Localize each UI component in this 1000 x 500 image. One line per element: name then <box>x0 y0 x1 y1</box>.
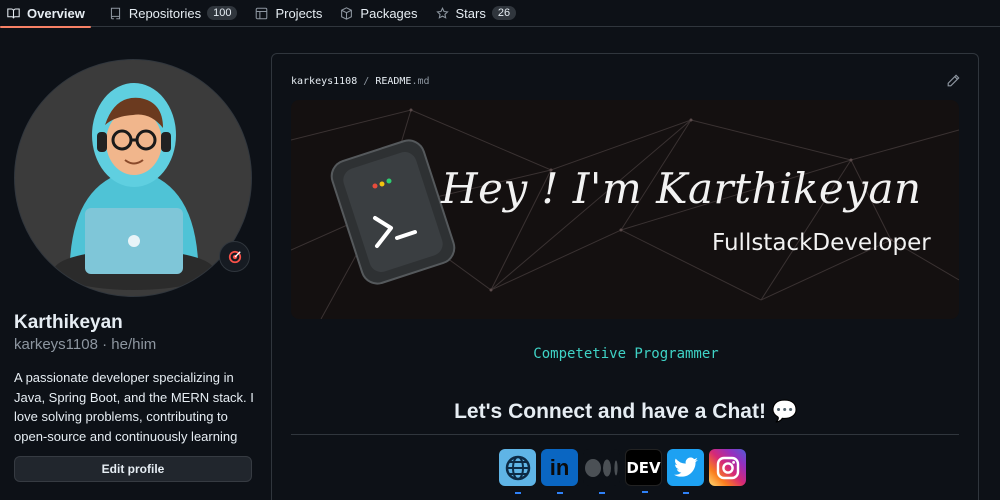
linkedin-icon: in <box>549 454 570 480</box>
linkedin-link[interactable]: in <box>541 449 578 494</box>
tab-stars-label: Stars <box>455 5 486 21</box>
profile-name: Karthikeyan <box>14 312 123 333</box>
link-underline <box>515 492 521 494</box>
profile-handle: karkeys1108 · he/him <box>14 336 157 353</box>
star-icon <box>435 6 449 19</box>
target-icon <box>228 250 241 263</box>
tab-stars[interactable]: Stars 26 <box>428 0 517 27</box>
readme-file-name: README <box>375 76 412 87</box>
stars-count-badge: 26 <box>491 6 517 20</box>
medium-link[interactable] <box>583 449 620 494</box>
link-underline <box>599 492 605 494</box>
banner-role: FullstackDeveloper <box>712 230 931 256</box>
repositories-count-badge: 100 <box>207 6 238 20</box>
readme-connect-heading: Let's Connect and have a Chat! 💬 <box>454 400 798 423</box>
set-status-button[interactable] <box>219 241 250 272</box>
globe-icon <box>505 455 530 480</box>
avatar-illustration <box>15 60 251 296</box>
terminal-icon <box>330 139 456 285</box>
tab-overview-label: Overview <box>27 5 85 21</box>
avatar[interactable] <box>14 59 252 297</box>
tab-repositories-label: Repositories <box>128 5 202 21</box>
readme-card: karkeys1108 / README.md Hey ! I'm Karthi… <box>271 53 979 500</box>
breadcrumb-separator: / <box>363 76 370 87</box>
profile-tab-nav: Overview Repositories 100 Projects Packa… <box>0 0 1000 28</box>
instagram-link[interactable] <box>709 449 746 486</box>
readme-divider <box>291 434 959 435</box>
readme-banner: Hey ! I'm Karthikeyan FullstackDeveloper <box>291 100 959 319</box>
table-icon <box>256 7 268 19</box>
readme-owner-link[interactable]: karkeys1108 <box>291 76 357 87</box>
edit-profile-button[interactable]: Edit profile <box>14 456 252 482</box>
profile-bio: A passionate developer specializing in J… <box>14 370 254 444</box>
readme-tagline: Competetive Programmer <box>533 346 719 362</box>
tab-overview[interactable]: Overview <box>0 0 91 28</box>
tab-projects[interactable]: Projects <box>247 0 322 27</box>
instagram-icon <box>716 456 739 479</box>
book-icon <box>7 8 20 18</box>
website-link[interactable] <box>499 449 536 494</box>
link-underline <box>642 491 648 493</box>
tab-packages-label: Packages <box>360 5 418 21</box>
social-links: in DEV <box>499 449 746 494</box>
repo-icon <box>110 7 120 19</box>
medium-icon <box>584 458 618 477</box>
link-underline <box>683 492 689 494</box>
tab-repositories[interactable]: Repositories 100 <box>101 0 238 27</box>
pencil-icon[interactable] <box>946 74 960 88</box>
tab-projects-label: Projects <box>275 5 323 21</box>
dev-icon: DEV <box>626 458 661 477</box>
tab-packages[interactable]: Packages <box>332 0 418 27</box>
link-underline <box>557 492 563 494</box>
package-icon <box>341 6 353 20</box>
twitter-icon <box>673 456 698 477</box>
dev-link[interactable]: DEV <box>625 449 662 493</box>
readme-file-ext: .md <box>411 76 430 87</box>
twitter-link[interactable] <box>667 449 704 494</box>
readme-breadcrumb: karkeys1108 / README.md <box>291 76 430 87</box>
banner-heading: Hey ! I'm Karthikeyan <box>441 164 922 213</box>
